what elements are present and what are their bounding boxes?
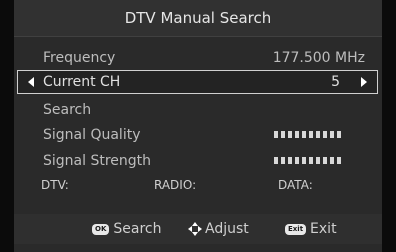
signal-bar	[295, 131, 299, 138]
signal-bar	[323, 157, 327, 164]
current-ch-label: Current CH	[43, 74, 121, 90]
signal-quality-bars	[274, 131, 341, 138]
signal-bar	[309, 157, 313, 164]
exit-key-icon: Exit	[285, 223, 307, 235]
search-label: Search	[43, 102, 92, 118]
signal-bar	[288, 131, 292, 138]
signal-bar	[330, 157, 334, 164]
adjust-hint: Adjust	[188, 221, 249, 237]
search-row[interactable]: Search	[14, 97, 382, 123]
signal-strength-label: Signal Strength	[43, 153, 152, 169]
signal-bar	[281, 131, 285, 138]
dialog-title: DTV Manual Search	[14, 0, 382, 37]
signal-bar	[288, 157, 292, 164]
signal-bar	[337, 131, 341, 138]
left-arrow-icon[interactable]	[28, 77, 34, 87]
frequency-row[interactable]: Frequency 177.500 MHz	[14, 45, 382, 71]
signal-quality-row: Signal Quality	[14, 122, 382, 148]
radio-count-label: RADIO:	[154, 178, 197, 192]
signal-bar	[274, 157, 278, 164]
manual-search-dialog: DTV Manual Search Frequency 177.500 MHz …	[14, 0, 382, 252]
signal-bar	[302, 131, 306, 138]
signal-quality-label: Signal Quality	[43, 127, 141, 143]
signal-bar	[337, 157, 341, 164]
signal-bar	[323, 131, 327, 138]
current-ch-value: 5	[331, 74, 340, 90]
exit-hint: Exit Exit	[285, 221, 337, 237]
right-arrow-icon[interactable]	[361, 77, 367, 87]
current-ch-row[interactable]: Current CH 5	[17, 70, 378, 94]
dtv-count-label: DTV:	[41, 178, 69, 192]
ok-search-label: Search	[113, 221, 162, 237]
ok-search-hint: OK Search	[92, 221, 161, 237]
dpad-icon	[188, 222, 202, 236]
signal-bar	[281, 157, 285, 164]
signal-bar	[316, 131, 320, 138]
signal-bar	[295, 157, 299, 164]
signal-bar	[302, 157, 306, 164]
signal-bar	[309, 131, 313, 138]
exit-label: Exit	[310, 221, 337, 237]
frequency-value: 177.500 MHz	[272, 50, 365, 66]
ok-key-icon: OK	[92, 223, 110, 235]
adjust-label: Adjust	[205, 221, 249, 237]
signal-bar	[330, 131, 334, 138]
signal-strength-row: Signal Strength	[14, 148, 382, 174]
channel-counts: DTV: RADIO: DATA:	[14, 174, 382, 196]
signal-bar	[274, 131, 278, 138]
frequency-label: Frequency	[43, 50, 116, 66]
data-count-label: DATA:	[278, 178, 313, 192]
signal-strength-bars	[274, 157, 341, 164]
signal-bar	[316, 157, 320, 164]
footer-hints: OK Search Adjust Exit Exit	[14, 214, 382, 244]
